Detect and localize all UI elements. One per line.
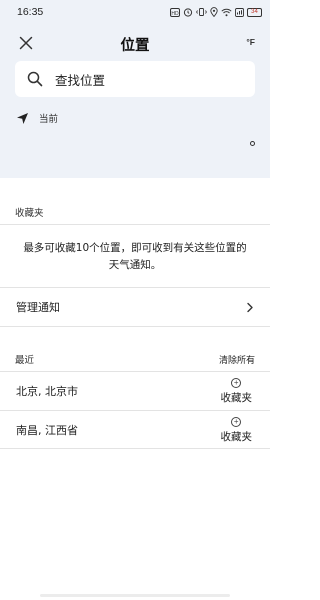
add-favorite-button[interactable]: + 收藏夹 [220,416,253,444]
recent-section-label: 最近 [15,355,35,366]
status-bar: 16:35 HD 34 [0,0,270,24]
home-indicator [40,594,230,597]
favorites-info-text: 最多可收藏10个位置，即可收到有关这些位置的天气通知。 [23,242,247,271]
navigation-arrow-icon [17,112,28,124]
battery-icon: 34 [247,7,262,17]
vibrate-icon [196,8,207,16]
battery-level: 34 [251,9,258,15]
divider [0,326,270,327]
loading-indicator [250,141,255,146]
chevron-right-icon [247,302,253,312]
search-input[interactable]: 查找位置 [15,61,255,97]
alarm-icon [183,8,193,17]
status-time: 16:35 [17,6,44,18]
favorites-section-label: 收藏夹 [15,208,44,219]
add-favorite-label: 收藏夹 [220,430,253,443]
current-location-label: 当前 [39,114,59,125]
location-name: 北京, 北京市 [16,385,78,398]
add-favorite-label: 收藏夹 [220,391,253,404]
plus-circle-icon: + [231,416,242,427]
recent-section-header: 最近 清除所有 [0,350,270,368]
temperature-unit-toggle[interactable]: °F [246,37,255,47]
divider [0,448,270,449]
plus-circle-icon: + [231,377,242,388]
search-placeholder: 查找位置 [55,72,106,88]
add-favorite-button[interactable]: + 收藏夹 [220,377,253,405]
signal-box-icon [235,7,244,17]
search-icon [27,71,43,87]
clear-all-button[interactable]: 清除所有 [219,353,255,366]
location-pin-icon [210,7,218,17]
location-name: 南昌, 江西省 [16,424,78,437]
manage-notifications-label: 管理通知 [16,301,60,314]
list-item[interactable]: 北京, 北京市 + 收藏夹 [0,372,270,410]
svg-text:HD: HD [171,10,179,16]
list-item[interactable]: 南昌, 江西省 + 收藏夹 [0,411,270,449]
status-icons: HD 34 [170,7,262,17]
divider [0,224,270,225]
hd-icon: HD [170,7,180,17]
header: 位置 °F [0,28,270,58]
wifi-icon [221,8,232,16]
manage-notifications-row[interactable]: 管理通知 [0,288,270,326]
current-location-button[interactable]: 当前 [16,111,58,125]
page-title: 位置 [120,38,150,54]
